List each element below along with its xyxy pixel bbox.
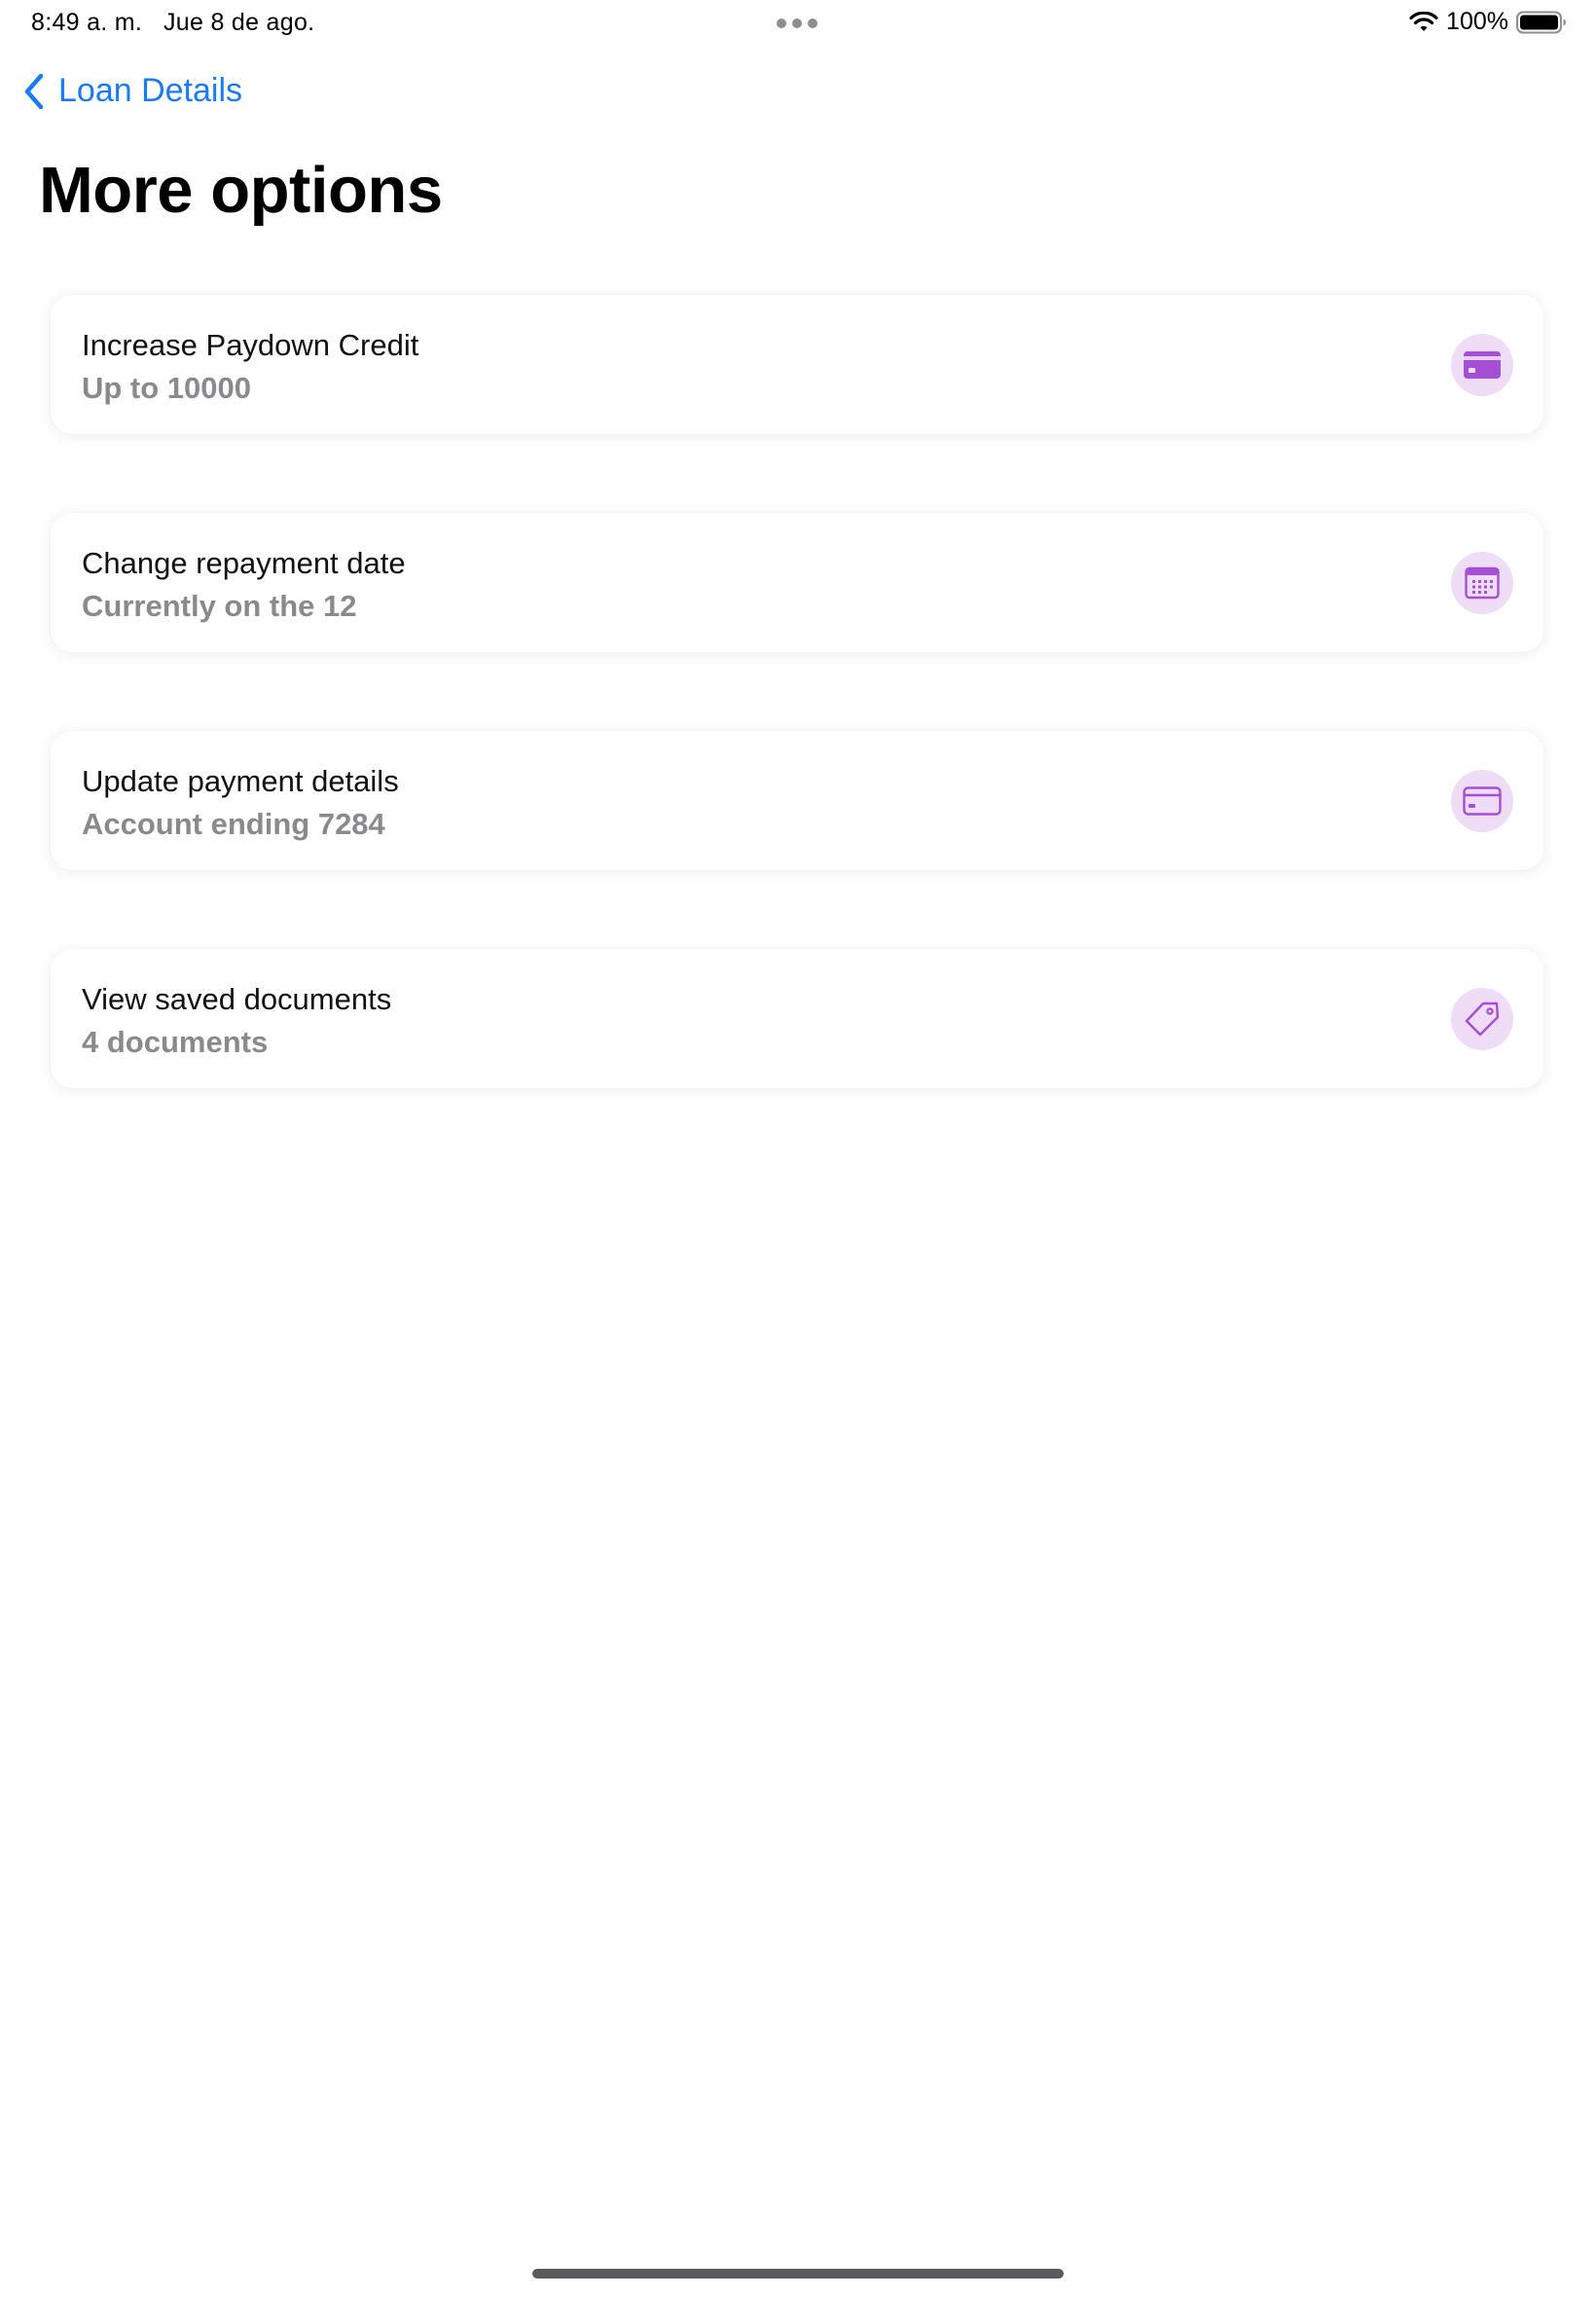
tag-icon: [1451, 988, 1513, 1050]
option-subtitle: 4 documents: [82, 1025, 269, 1059]
option-view-saved-documents[interactable]: View saved documents 4 documents: [51, 949, 1543, 1088]
more-options-screen: 8:49 a. m. Jue 8 de ago. 100% Loan Detai…: [0, 0, 1596, 2297]
option-update-payment-details[interactable]: Update payment details Account ending 72…: [51, 731, 1543, 870]
options-list: Increase Paydown Credit Up to 10000 Chan…: [51, 295, 1543, 1167]
back-button[interactable]: Loan Details: [23, 72, 242, 110]
credit-card-filled-icon: [1451, 334, 1513, 396]
status-bar: 8:49 a. m. Jue 8 de ago. 100%: [0, 0, 1596, 47]
option-change-repayment-date[interactable]: Change repayment date Currently on the 1…: [51, 513, 1543, 652]
status-right-group: 100%: [1409, 8, 1567, 36]
option-subtitle: Account ending 7284: [82, 807, 385, 841]
calendar-icon: [1451, 552, 1513, 614]
chevron-left-icon: [24, 73, 44, 109]
back-button-label: Loan Details: [58, 72, 243, 109]
option-increase-paydown-credit[interactable]: Increase Paydown Credit Up to 10000: [51, 295, 1543, 434]
status-date: Jue 8 de ago.: [163, 9, 315, 36]
option-subtitle: Up to 10000: [82, 371, 252, 405]
option-title: Change repayment date: [82, 546, 406, 580]
credit-card-outline-icon: [1451, 770, 1513, 832]
multitasking-dots-icon[interactable]: [777, 18, 817, 28]
home-indicator[interactable]: [532, 2269, 1064, 2279]
status-time: 8:49 a. m.: [31, 9, 143, 36]
option-title: Increase Paydown Credit: [82, 328, 419, 362]
wifi-icon: [1409, 11, 1438, 33]
option-subtitle: Currently on the 12: [82, 589, 357, 623]
option-title: View saved documents: [82, 982, 392, 1016]
page-title: More options: [39, 154, 443, 227]
option-title: Update payment details: [82, 764, 399, 798]
battery-percentage: 100%: [1446, 8, 1508, 35]
battery-icon: [1516, 11, 1567, 34]
